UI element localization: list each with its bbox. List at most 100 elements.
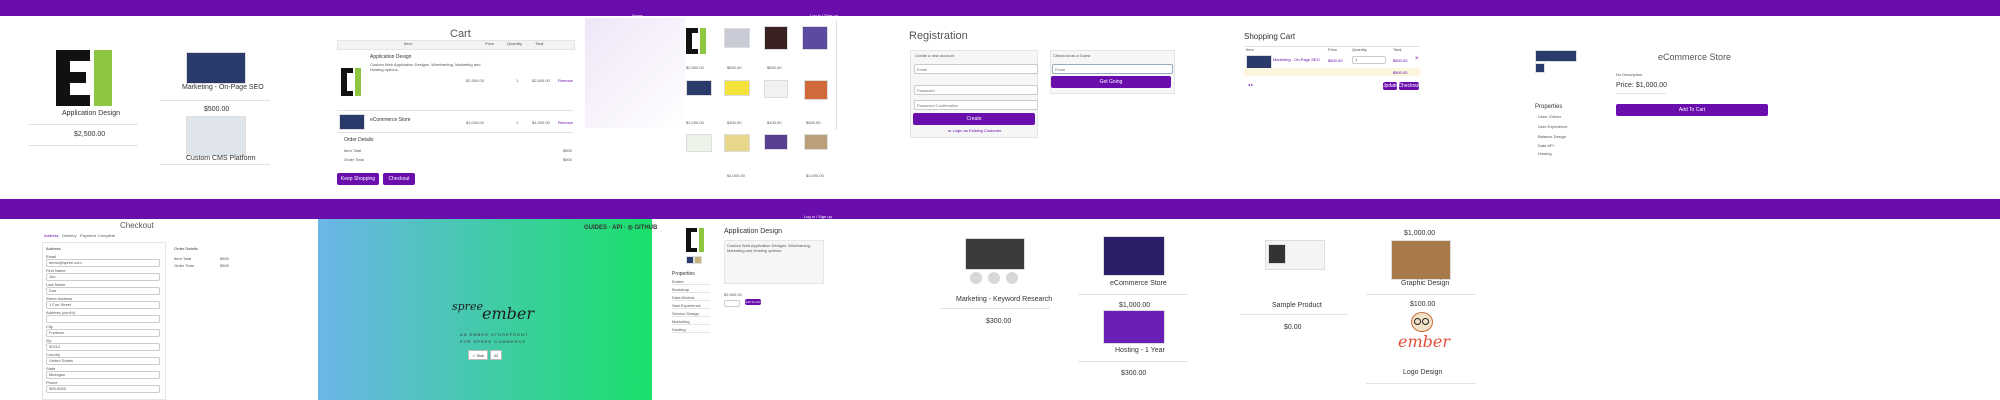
product-thumbnail[interactable] [1103, 310, 1165, 344]
product-thumbnail[interactable] [1535, 50, 1577, 62]
product-thumbnail[interactable] [764, 80, 788, 98]
remove-link[interactable]: Remove [558, 120, 573, 125]
product-thumbnail[interactable] [804, 80, 828, 100]
product-thumbnail[interactable] [686, 80, 712, 96]
product-thumbnail[interactable] [965, 238, 1025, 270]
listing-item-title[interactable]: Hosting - 1 Year [1115, 347, 1165, 354]
password-field[interactable] [914, 85, 1038, 95]
listing-item-title[interactable]: Marketing - Keyword Research [956, 296, 1052, 303]
checkout-field-input[interactable]: Michigan [46, 371, 160, 379]
product-thumbnail[interactable] [802, 26, 828, 50]
product-thumbnail[interactable] [724, 134, 750, 152]
nav-login-link[interactable]: Log in / Sign up [804, 214, 832, 219]
product-thumbnail[interactable] [1103, 236, 1165, 276]
listing-item-title[interactable]: Logo Design [1403, 369, 1442, 376]
product-thumbnail[interactable] [186, 116, 246, 156]
nav-login-link[interactable]: Log in / Sign up [810, 13, 838, 18]
grid-price: $500.00 [806, 120, 821, 125]
password-confirmation-field[interactable] [914, 100, 1038, 110]
update-button[interactable]: Update [1382, 82, 1398, 90]
listing-item-title[interactable]: Graphic Design [1401, 280, 1449, 287]
nav-home-link[interactable]: Home [632, 13, 643, 18]
cart-row-name[interactable]: Marketing - On-Page SEO [1273, 57, 1320, 62]
product-thumbnail[interactable] [686, 134, 712, 152]
checkout-step[interactable]: Address [44, 233, 59, 238]
github-star-count: 42 [490, 350, 502, 360]
checkout-field-input[interactable]: 1 Fun Street [46, 301, 160, 309]
grid-price: $1,000.00 [806, 173, 824, 178]
listing-item-title[interactable]: Custom CMS Platform [186, 155, 256, 162]
checkout-step[interactable]: Payment [80, 233, 96, 238]
listing-item-price: $300.00 [986, 318, 1012, 325]
splash-nav[interactable]: GUIDES · API · ◎ GITHUB [584, 224, 657, 231]
checkout-field-input[interactable]: Doe [46, 287, 160, 295]
product-thumbnail[interactable] [724, 80, 750, 96]
listing-item-title[interactable]: Marketing - On-Page SEO [182, 84, 264, 91]
product-thumbnail[interactable] [1268, 244, 1286, 264]
remove-link[interactable]: Remove [558, 78, 573, 83]
email-field[interactable] [914, 64, 1038, 74]
checkout-step[interactable]: Delivery [62, 233, 76, 238]
product-thumbnail[interactable] [186, 52, 246, 84]
checkout-field-input[interactable]: Funtown [46, 329, 160, 337]
checkout-field-input[interactable]: demo@spree.com [46, 259, 160, 267]
product-thumbnail[interactable] [764, 26, 788, 50]
product-thumbnail[interactable] [686, 256, 694, 264]
property-item: Bootstrap [672, 287, 710, 293]
product-thumbnail[interactable] [724, 28, 750, 48]
property-item: Marketing [672, 319, 710, 325]
listing-item-title[interactable]: eCommerce Store [1110, 280, 1167, 287]
checkout-field-input[interactable] [46, 315, 160, 323]
grid-price: $100.00 [767, 120, 782, 125]
checkout-button[interactable]: Checkout [1398, 82, 1420, 90]
quantity-input[interactable] [724, 300, 740, 307]
properties-title: Properties [1535, 104, 1563, 110]
guest-email-field[interactable] [1052, 64, 1173, 74]
cart-title: Cart [450, 28, 471, 40]
product-thumbnail[interactable] [1246, 55, 1272, 69]
e3-logo-icon [56, 50, 116, 106]
quantity-input[interactable]: 1 [1352, 56, 1386, 64]
checkout-field-input[interactable]: 555-5555 [46, 385, 160, 393]
listing-item-title[interactable]: Sample Product [1272, 302, 1322, 309]
keep-shopping-button[interactable]: Keep Shopping [337, 173, 379, 185]
cart-row-name[interactable]: eCommerce Store [370, 117, 411, 123]
listing-item-price: $500.00 [204, 106, 230, 113]
property-item: Vast Experience [672, 303, 710, 309]
product-thumbnail[interactable] [804, 134, 828, 150]
checkout-field-input[interactable]: Jon [46, 273, 160, 281]
ember-mascot-icon: ember [1398, 312, 1450, 356]
get-going-button[interactable]: Get Going [1051, 76, 1171, 88]
product-thumbnail[interactable] [764, 134, 788, 150]
checkout-button[interactable]: Checkout [383, 173, 415, 185]
login-link[interactable]: or Login as Existing Customer [948, 128, 1001, 133]
middle-nav-bar [0, 199, 2000, 219]
grid-price: $300.00 [727, 120, 742, 125]
continue-shopping-link: ◂ ▸ [1248, 82, 1254, 87]
product-thumbnail[interactable] [694, 256, 702, 264]
listing-item-price: $1,000.00 [1404, 230, 1436, 237]
create-button[interactable]: Create [913, 113, 1035, 125]
listing-item-price: $100.00 [1410, 301, 1436, 308]
checkout-field-input[interactable]: 90210 [46, 343, 160, 351]
checkout-field-input[interactable]: United States [46, 357, 160, 365]
product-thumbnail[interactable] [1391, 240, 1451, 280]
product-title: Application Design [724, 228, 782, 235]
cart-row-name[interactable]: Application Design [370, 54, 411, 60]
property-item: Service Design [672, 311, 710, 317]
add-to-cart-button[interactable]: Add To Cart [745, 299, 761, 305]
product-thumbnail[interactable] [339, 114, 365, 130]
checkout-step[interactable]: Complete [98, 233, 115, 238]
property-item: Hosting [672, 327, 710, 333]
shopping-cart-title: Shopping Cart [1244, 32, 1296, 41]
add-to-cart-button[interactable]: Add To Cart [1616, 104, 1768, 116]
remove-item-icon[interactable]: × [1415, 56, 1419, 62]
listing-item-price: $1,000.00 [1119, 302, 1151, 309]
ember-logo-text: ember [482, 304, 534, 323]
grid-price: $1,000.00 [686, 120, 704, 125]
grid-fade [585, 18, 685, 128]
product-title: Application Design [62, 110, 120, 117]
github-star-button[interactable]: ☆ Star [468, 350, 488, 360]
product-thumbnail[interactable] [1535, 63, 1545, 73]
registration-title: Registration [909, 30, 968, 42]
